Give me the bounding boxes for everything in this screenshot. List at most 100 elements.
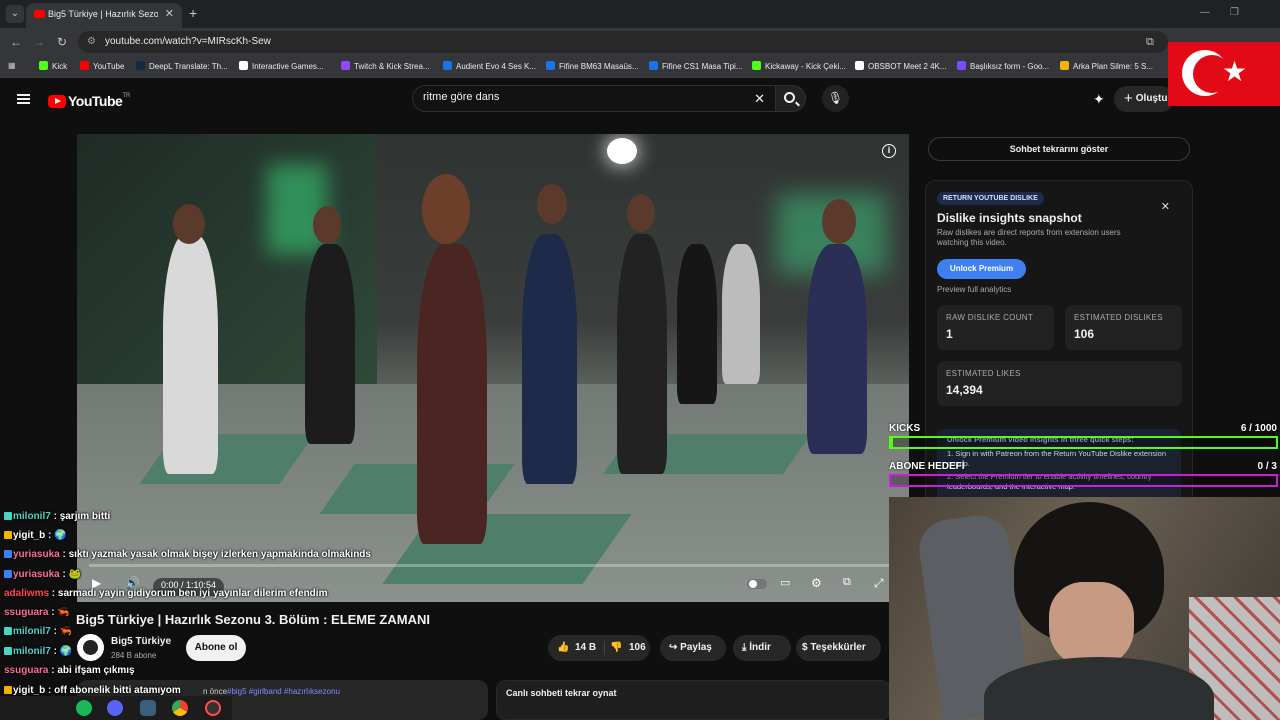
share-button[interactable]: ↪ Paylaş — [660, 635, 726, 661]
youtube-logo[interactable]: YouTubeTR — [48, 93, 130, 111]
bookmark-item[interactable]: Audient Evo 4 Ses K... — [443, 61, 536, 71]
browser-tab[interactable]: Big5 Türkiye | Hazırlık Sezonu 3 ✕ — [26, 3, 182, 28]
preview-analytics-link[interactable]: Preview full analytics — [937, 285, 1011, 294]
tab-title: Big5 Türkiye | Hazırlık Sezonu 3 — [48, 9, 158, 19]
premium-spark-icon[interactable]: ✦ — [1093, 91, 1105, 108]
badge-icon — [4, 550, 12, 558]
chat-message: milonil7 : 🦐 — [4, 626, 72, 637]
hashtags[interactable]: #big5 #girlband #hazırlıksezonu — [227, 687, 340, 696]
bookmark-item[interactable]: Fifine CS1 Masa Tipi... — [649, 61, 742, 71]
video-progress-bar[interactable] — [89, 564, 897, 567]
estimated-dislikes-stat: ESTIMATED DISLIKES 106 — [1065, 305, 1182, 350]
download-icon: ⤓ — [742, 642, 747, 653]
obs-icon[interactable] — [205, 700, 221, 716]
chat-replay-title: Canlı sohbeti tekrar oynat — [506, 688, 617, 698]
unlock-premium-button[interactable]: Unlock Premium — [937, 259, 1026, 279]
search-box[interactable]: ✕ — [412, 85, 776, 112]
reload-icon[interactable]: ↻ — [57, 35, 67, 49]
bookmark-item[interactable]: OBSBOT Meet 2 4K... — [855, 61, 947, 71]
site-info-icon[interactable]: ⚙ — [87, 36, 96, 47]
autoplay-toggle[interactable] — [747, 579, 767, 589]
back-icon[interactable]: ← — [10, 35, 22, 49]
badge-icon — [4, 686, 12, 694]
create-button[interactable]: + Oluştur — [1114, 86, 1174, 112]
bookmark-item[interactable]: Fifine BM63 Masaüs... — [546, 61, 639, 71]
bookmark-item[interactable]: DeepL Translate: Th... — [136, 61, 228, 71]
show-chat-replay-button[interactable]: Sohbet tekrarını göster — [928, 137, 1190, 161]
bookmark-item[interactable]: Twitch & Kick Strea... — [341, 61, 430, 71]
goal-count: 6 / 1000 — [1240, 423, 1277, 434]
subtitles-icon[interactable]: ▭ — [780, 576, 790, 589]
bookmark-item[interactable]: YouTube — [80, 61, 124, 71]
download-button[interactable]: ⤓ İndir — [733, 635, 791, 661]
channel-name[interactable]: Big5 Türkiye — [111, 636, 171, 647]
taskbar — [0, 696, 232, 720]
chat-message: adaliwms : sarmadı yayin gidiyorum ben i… — [4, 588, 328, 599]
chat-message: yuriasuka : sıktı yazmak yasak olmak biş… — [4, 549, 371, 560]
subscribe-button[interactable]: Abone ol — [186, 635, 246, 661]
close-icon[interactable]: ✕ — [1161, 200, 1170, 213]
bookmark-item[interactable]: Kickaway - Kick Çeki... — [752, 61, 846, 71]
dislike-icon[interactable]: 👎 — [610, 635, 622, 661]
like-count[interactable]: 14 B — [575, 635, 596, 661]
bookmark-icon — [80, 61, 89, 70]
chat-message: milonil7 : şarjım bitti — [4, 511, 110, 522]
close-tab-icon[interactable]: ✕ — [165, 7, 174, 20]
thanks-icon: $ — [802, 642, 808, 653]
apps-grid-icon[interactable]: ▦ — [8, 61, 16, 70]
ryd-insights-card: RETURN YOUTUBE DISLIKE ✕ Dislike insight… — [925, 180, 1193, 510]
goal-name: ABONE HEDEFİ — [889, 461, 965, 472]
chat-message: yigit_b : off abonelik bitti atamıyom — [4, 685, 181, 696]
install-app-icon[interactable]: ⧉ — [1146, 36, 1154, 49]
bookmark-item[interactable]: Başlıksız form - Goo... — [957, 61, 1049, 71]
fullscreen-icon[interactable]: ⤢ — [874, 576, 884, 591]
bookmark-item[interactable]: Interactive Games... — [239, 61, 324, 71]
plus-icon: + — [1124, 90, 1133, 107]
discord-icon[interactable] — [107, 700, 123, 716]
clear-search-icon[interactable]: ✕ — [754, 91, 765, 107]
new-tab-icon[interactable]: + — [189, 5, 197, 21]
like-icon[interactable]: 👍 — [557, 635, 569, 661]
chrome-icon[interactable] — [172, 700, 188, 716]
app-icon[interactable] — [140, 700, 156, 716]
bookmark-item[interactable]: Kick — [39, 61, 67, 71]
chat-replay-panel[interactable]: Canlı sohbeti tekrar oynat — [496, 680, 891, 720]
badge-icon — [4, 570, 12, 578]
chat-message: yuriasuka : 🐸 — [4, 569, 81, 580]
spotify-icon[interactable] — [76, 700, 92, 716]
badge-icon — [4, 531, 12, 539]
like-dislike-group: 👍 14 B 👎 106 — [548, 635, 650, 661]
badge-icon — [4, 647, 12, 655]
search-button[interactable] — [776, 85, 806, 112]
subscriber-count: 284 B abone — [111, 651, 157, 660]
bookmark-item[interactable]: Arka Plan Silme: 5 S... — [1060, 61, 1153, 71]
bookmark-icon — [546, 61, 555, 70]
search-input[interactable] — [423, 91, 743, 103]
settings-gear-icon[interactable]: ⚙ — [811, 576, 822, 590]
omnibox[interactable]: ⚙ youtube.com/watch?v=MIRscKh-Sew ⧉ — [78, 31, 1168, 53]
channel-avatar[interactable] — [77, 634, 104, 661]
tab-search-icon[interactable]: ⌄ — [6, 5, 24, 23]
dislike-count[interactable]: 106 — [629, 635, 646, 661]
bookmarks-bar: ▦ Kick YouTube DeepL Translate: Th... In… — [0, 56, 1280, 78]
voice-search-icon[interactable]: 🎙 — [822, 85, 849, 112]
badge-icon — [4, 627, 12, 635]
miniplayer-icon[interactable]: ⧉ — [843, 576, 851, 589]
youtube-favicon-icon — [34, 10, 45, 18]
url-text[interactable]: youtube.com/watch?v=MIRscKh-Sew — [105, 36, 271, 47]
raw-dislike-stat: RAW DISLIKE COUNT 1 — [937, 305, 1054, 350]
address-bar-row: ← → ↻ ⚙ youtube.com/watch?v=MIRscKh-Sew … — [0, 28, 1280, 56]
thanks-button[interactable]: $ Teşekkürler — [796, 635, 881, 661]
share-icon: ↪ — [669, 642, 678, 653]
video-player[interactable]: i ▶ 🔊 0:00 / 1:10:54 ▭ ⚙ ⧉ ⤢ — [77, 134, 909, 602]
info-icon[interactable]: i — [882, 144, 896, 158]
bookmark-icon — [649, 61, 658, 70]
maximize-icon[interactable]: ❐ — [1230, 7, 1239, 18]
forward-icon[interactable]: → — [33, 35, 45, 49]
goal-count: 0 / 3 — [1257, 461, 1277, 472]
minimize-icon[interactable]: — — [1200, 7, 1210, 18]
bookmark-icon — [39, 61, 48, 70]
emote-icon: 🌍 — [59, 646, 73, 657]
youtube-header: YouTubeTR ✕ 🎙 ✦ +Oluştur — [0, 79, 1280, 119]
menu-icon[interactable] — [17, 94, 30, 104]
